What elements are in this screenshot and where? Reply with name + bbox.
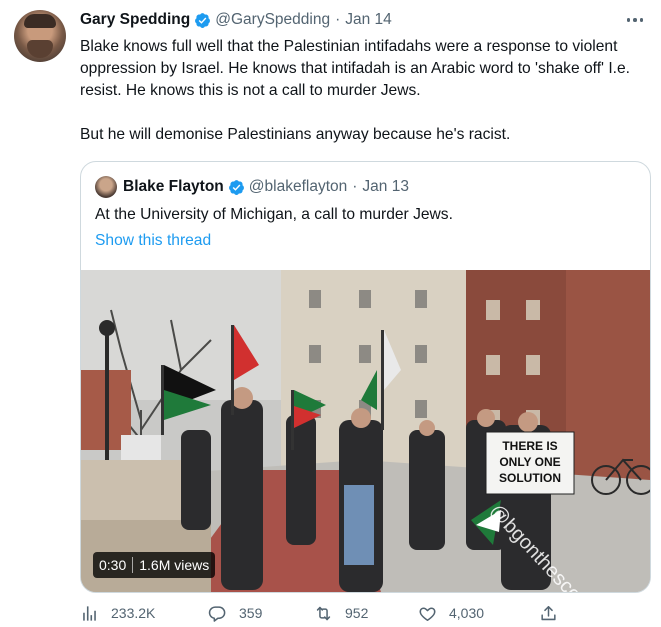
views-icon — [83, 605, 96, 621]
separator-dot: · — [335, 11, 341, 28]
separator-dot: · — [352, 178, 358, 195]
video-stats-badge: 0:30 1.6M views — [93, 552, 216, 578]
avatar-beard — [27, 40, 53, 58]
avatar-hair — [24, 14, 56, 28]
author-handle[interactable]: @GarySpedding — [215, 11, 330, 29]
share-icon — [541, 605, 556, 620]
quoted-tweet-date[interactable]: Jan 13 — [362, 178, 409, 196]
quoted-author-handle[interactable]: @blakeflayton — [249, 178, 347, 196]
tweet-actions: 233.2K 359 952 4,030 — [80, 601, 560, 625]
quoted-tweet-header: Blake Flayton @blakeflayton · Jan 13 — [95, 176, 409, 198]
retweet-icon — [316, 606, 331, 620]
svg-text:ONLY ONE: ONLY ONE — [499, 455, 560, 469]
tweet-text-paragraph-2: But he will demonise Palestinians anyway… — [80, 126, 511, 143]
retweet-count: 952 — [345, 605, 369, 621]
reply-button[interactable]: 359 — [208, 601, 262, 625]
tweet-text-paragraph-1: Blake knows full well that the Palestini… — [80, 38, 631, 99]
quoted-tweet[interactable]: Blake Flayton @blakeflayton · Jan 13 At … — [80, 161, 651, 593]
reply-icon — [208, 605, 226, 622]
like-count: 4,030 — [449, 605, 485, 621]
share-button[interactable] — [539, 601, 570, 625]
author-name[interactable]: Gary Spedding — [80, 11, 190, 29]
quoted-author-name[interactable]: Blake Flayton — [123, 178, 224, 196]
reply-count: 359 — [239, 605, 263, 621]
tweet-header: Gary Spedding @GarySpedding · Jan 14 — [80, 9, 392, 31]
retweet-button[interactable]: 952 — [314, 601, 368, 625]
views-count: 233.2K — [111, 605, 156, 621]
quoted-tweet-text: At the University of Michigan, a call to… — [95, 206, 453, 223]
like-button[interactable]: 4,030 — [418, 601, 484, 625]
author-avatar[interactable] — [14, 10, 66, 62]
views-button[interactable]: 233.2K — [80, 601, 155, 625]
svg-text:THERE IS: THERE IS — [502, 439, 557, 453]
more-icon[interactable] — [622, 10, 648, 30]
tweet-date[interactable]: Jan 14 — [345, 11, 392, 29]
verified-badge-icon — [228, 179, 244, 195]
show-thread-link[interactable]: Show this thread — [95, 232, 211, 250]
video-player[interactable]: THERE IS ONLY ONE SOLUTION @bgonthescene… — [81, 270, 650, 592]
video-duration: 0:30 — [99, 557, 127, 573]
tweet-text: Blake knows full well that the Palestini… — [80, 36, 640, 146]
like-icon — [419, 606, 436, 621]
svg-text:SOLUTION: SOLUTION — [499, 471, 561, 485]
video-frame: THERE IS ONLY ONE SOLUTION — [81, 270, 650, 592]
quoted-author-avatar[interactable] — [95, 176, 117, 198]
verified-badge-icon — [195, 12, 211, 28]
video-views: 1.6M views — [139, 557, 210, 573]
